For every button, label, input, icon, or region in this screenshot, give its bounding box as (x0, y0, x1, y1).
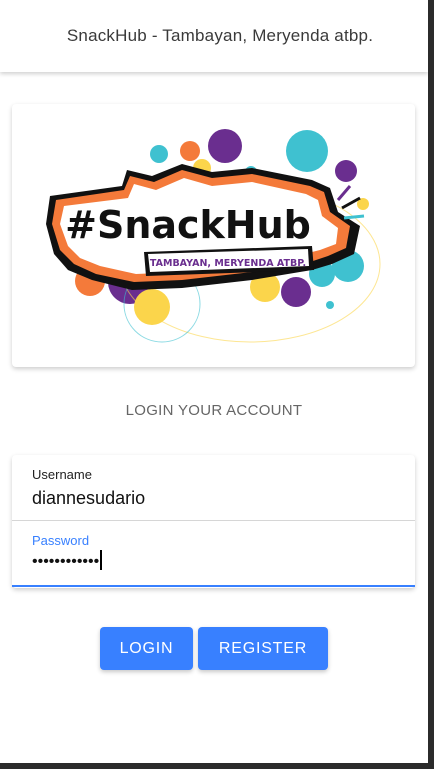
username-input[interactable]: diannesudario (32, 488, 145, 509)
login-heading: LOGIN YOUR ACCOUNT (125, 402, 303, 419)
password-input[interactable]: •••••••••••• (32, 550, 102, 572)
username-field[interactable]: Username diannesudario (12, 455, 415, 521)
snackhub-logo: #SnackHub TAMBAYAN, MERYENDA ATBP. (46, 129, 381, 343)
main-content: #SnackHub TAMBAYAN, MERYENDA ATBP. LOGIN… (0, 72, 428, 763)
logo-card: #SnackHub TAMBAYAN, MERYENDA ATBP. (12, 104, 415, 367)
page-title: SnackHub - Tambayan, Meryenda atbp. (66, 26, 374, 45)
login-button[interactable]: LOGIN (100, 627, 193, 670)
header-toolbar: SnackHub - Tambayan, Meryenda atbp. (0, 0, 428, 72)
logo-wordmark: #SnackHub (65, 203, 311, 247)
login-form: Username diannesudario Password ••••••••… (12, 455, 415, 588)
username-label: Username (32, 467, 92, 482)
password-label: Password (32, 533, 90, 548)
logo-tagline: TAMBAYAN, MERYENDA ATBP. (150, 258, 306, 269)
text-caret (100, 550, 102, 570)
register-button[interactable]: REGISTER (198, 627, 328, 670)
password-mask: •••••••••••• (32, 553, 100, 571)
password-field[interactable]: Password •••••••••••• (12, 521, 415, 587)
app-frame: SnackHub - Tambayan, Meryenda atbp. #Sna… (0, 0, 428, 763)
